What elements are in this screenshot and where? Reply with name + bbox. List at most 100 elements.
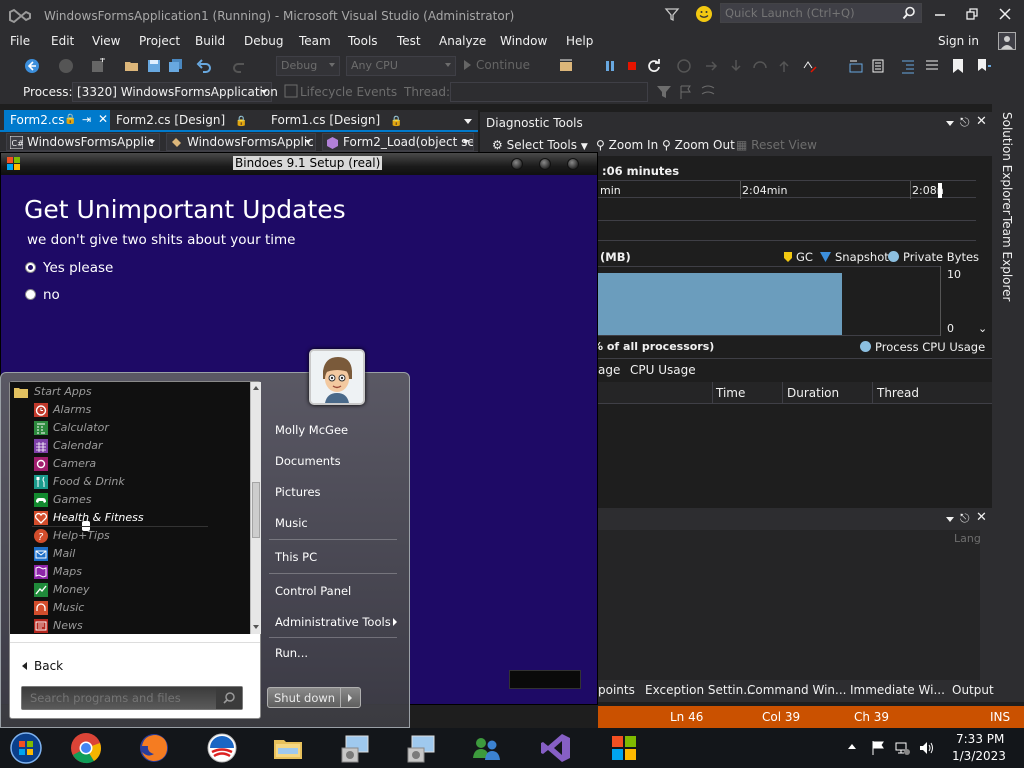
show-threads-icon[interactable] bbox=[700, 84, 716, 100]
pane-menu-chevron-icon[interactable] bbox=[946, 517, 954, 522]
folder-start-apps[interactable]: Start Apps bbox=[10, 383, 250, 401]
menu-project[interactable]: Project bbox=[139, 34, 180, 48]
chrome-icon[interactable] bbox=[70, 732, 102, 764]
column-thread[interactable]: Thread bbox=[877, 386, 919, 400]
volume-speaker-icon[interactable] bbox=[918, 740, 934, 756]
setup-maximize-button[interactable] bbox=[539, 158, 551, 170]
pin-icon[interactable]: ⇥ bbox=[82, 113, 91, 126]
setup-minimize-button[interactable] bbox=[511, 158, 523, 170]
tab-team-explorer[interactable]: Team Explorer bbox=[1000, 216, 1014, 302]
radio-button-checked[interactable] bbox=[25, 262, 36, 273]
step-over-icon[interactable] bbox=[728, 58, 744, 74]
back-button[interactable]: Back bbox=[10, 642, 260, 682]
music-link[interactable]: Music bbox=[275, 516, 308, 530]
tab-exception-settings[interactable]: Exception Settin... bbox=[645, 683, 755, 697]
tab-form1-design[interactable]: Form1.cs [Design] 🔒 bbox=[265, 110, 408, 131]
radio-button[interactable] bbox=[25, 289, 36, 300]
continue-button[interactable]: Continue bbox=[464, 58, 530, 72]
minimize-icon[interactable] bbox=[932, 6, 948, 22]
step-out-icon[interactable] bbox=[752, 58, 768, 74]
visual-studio-icon[interactable] bbox=[540, 732, 572, 764]
scroll-down-arrow-icon[interactable] bbox=[253, 625, 259, 629]
comment-out-icon[interactable] bbox=[848, 58, 864, 74]
bookmark-next-icon[interactable] bbox=[976, 58, 992, 74]
tab-form2-design[interactable]: Form2.cs [Design] 🔒 bbox=[110, 110, 253, 131]
tab-cpu-usage[interactable]: CPU Usage bbox=[630, 363, 696, 377]
windows-flag-icon[interactable] bbox=[608, 732, 640, 764]
pictures-link[interactable]: Pictures bbox=[275, 485, 321, 499]
user-name-link[interactable]: Molly McGee bbox=[275, 423, 348, 437]
tab-memory-usage[interactable]: age bbox=[598, 363, 620, 377]
shut-down-button[interactable]: Shut down bbox=[267, 687, 361, 708]
obama-icon[interactable] bbox=[206, 732, 238, 764]
navigate-back-icon[interactable] bbox=[24, 58, 40, 74]
project-select[interactable]: C# WindowsFormsApplic bbox=[6, 133, 160, 151]
run-link[interactable]: Run... bbox=[275, 646, 308, 660]
menu-team[interactable]: Team bbox=[299, 34, 331, 48]
select-tools-button[interactable]: ⚙ Select Tools ▼ bbox=[492, 138, 588, 152]
new-project-icon[interactable] bbox=[90, 58, 106, 74]
filter-icon[interactable] bbox=[656, 84, 672, 100]
close-pane-icon[interactable]: ✕ bbox=[976, 114, 987, 129]
apps-scrollbar[interactable] bbox=[250, 382, 261, 634]
app-money[interactable]: Money bbox=[10, 581, 250, 599]
file-explorer-icon[interactable] bbox=[272, 732, 304, 764]
scroll-up-arrow-icon[interactable] bbox=[253, 386, 259, 390]
tab-output[interactable]: Output bbox=[952, 683, 994, 697]
clock-date[interactable]: 1/3/2023 bbox=[952, 749, 1006, 763]
close-tab-icon[interactable]: ✕ bbox=[98, 112, 108, 126]
clock-time[interactable]: 7:33 PM bbox=[956, 732, 1004, 746]
restore-icon[interactable] bbox=[964, 6, 980, 22]
menu-window[interactable]: Window bbox=[500, 34, 547, 48]
app-alarms[interactable]: Alarms bbox=[10, 401, 250, 419]
uncomment-icon[interactable] bbox=[870, 58, 886, 74]
quick-launch-box[interactable] bbox=[720, 3, 922, 23]
memory-graph[interactable] bbox=[598, 266, 940, 336]
administrative-tools-link[interactable]: Administrative Tools bbox=[275, 615, 391, 629]
restart-icon[interactable] bbox=[646, 58, 662, 74]
account-avatar-icon[interactable] bbox=[998, 32, 1016, 50]
decrease-indent-icon[interactable] bbox=[900, 58, 916, 74]
firefox-icon[interactable] bbox=[138, 732, 170, 764]
show-next-statement-icon[interactable] bbox=[676, 58, 692, 74]
vertical-scrollbar[interactable] bbox=[980, 530, 992, 680]
flag-thread-icon[interactable] bbox=[678, 84, 694, 100]
increase-indent-icon[interactable] bbox=[924, 58, 940, 74]
close-icon[interactable] bbox=[997, 6, 1013, 22]
navigate-forward-icon[interactable] bbox=[58, 58, 74, 74]
shut-down-options-arrow-icon[interactable] bbox=[340, 688, 360, 707]
menu-view[interactable]: View bbox=[92, 34, 120, 48]
menu-tools[interactable]: Tools bbox=[348, 34, 378, 48]
timeline-ruler[interactable]: min 2:04min 2:08n bbox=[598, 180, 976, 199]
setup-installer-icon-2[interactable] bbox=[406, 732, 438, 764]
control-panel-link[interactable]: Control Panel bbox=[275, 584, 351, 598]
app-food-drink[interactable]: Food & Drink bbox=[10, 473, 250, 491]
app-music[interactable]: Music bbox=[10, 599, 250, 617]
option-yes-please[interactable]: Yes please bbox=[25, 260, 113, 276]
scroll-thumb[interactable] bbox=[252, 482, 260, 538]
tab-command-window[interactable]: Command Win... bbox=[747, 683, 846, 697]
menu-analyze[interactable]: Analyze bbox=[439, 34, 486, 48]
step-back-icon[interactable] bbox=[776, 58, 792, 74]
app-calculator[interactable]: Calculator bbox=[10, 419, 250, 437]
start-search-box[interactable] bbox=[21, 686, 243, 710]
menu-file[interactable]: File bbox=[10, 34, 30, 48]
search-icon[interactable] bbox=[902, 6, 916, 20]
lifecycle-events-button[interactable]: Lifecycle Events bbox=[300, 85, 397, 99]
start-search-input[interactable] bbox=[22, 687, 218, 709]
zoom-out-button[interactable]: ⚲ Zoom Out bbox=[662, 138, 735, 152]
menu-debug[interactable]: Debug bbox=[244, 34, 283, 48]
app-calendar[interactable]: Calendar bbox=[10, 437, 250, 455]
member-select[interactable]: Form2_Load(object se bbox=[322, 133, 474, 151]
break-all-icon[interactable] bbox=[602, 58, 618, 74]
option-no[interactable]: no bbox=[25, 287, 60, 303]
process-select[interactable]: [3320] WindowsFormsApplication bbox=[72, 82, 278, 102]
step-into-icon[interactable] bbox=[704, 58, 720, 74]
pin-icon[interactable]: ⎋ bbox=[960, 511, 970, 526]
setup-title-bar[interactable]: Bindoes 9.1 Setup (real) bbox=[1, 153, 597, 175]
search-icon[interactable] bbox=[216, 687, 242, 709]
menu-build[interactable]: Build bbox=[195, 34, 225, 48]
stop-debugging-icon[interactable] bbox=[624, 58, 640, 74]
hex-display-icon[interactable] bbox=[802, 58, 818, 74]
menu-test[interactable]: Test bbox=[397, 34, 421, 48]
